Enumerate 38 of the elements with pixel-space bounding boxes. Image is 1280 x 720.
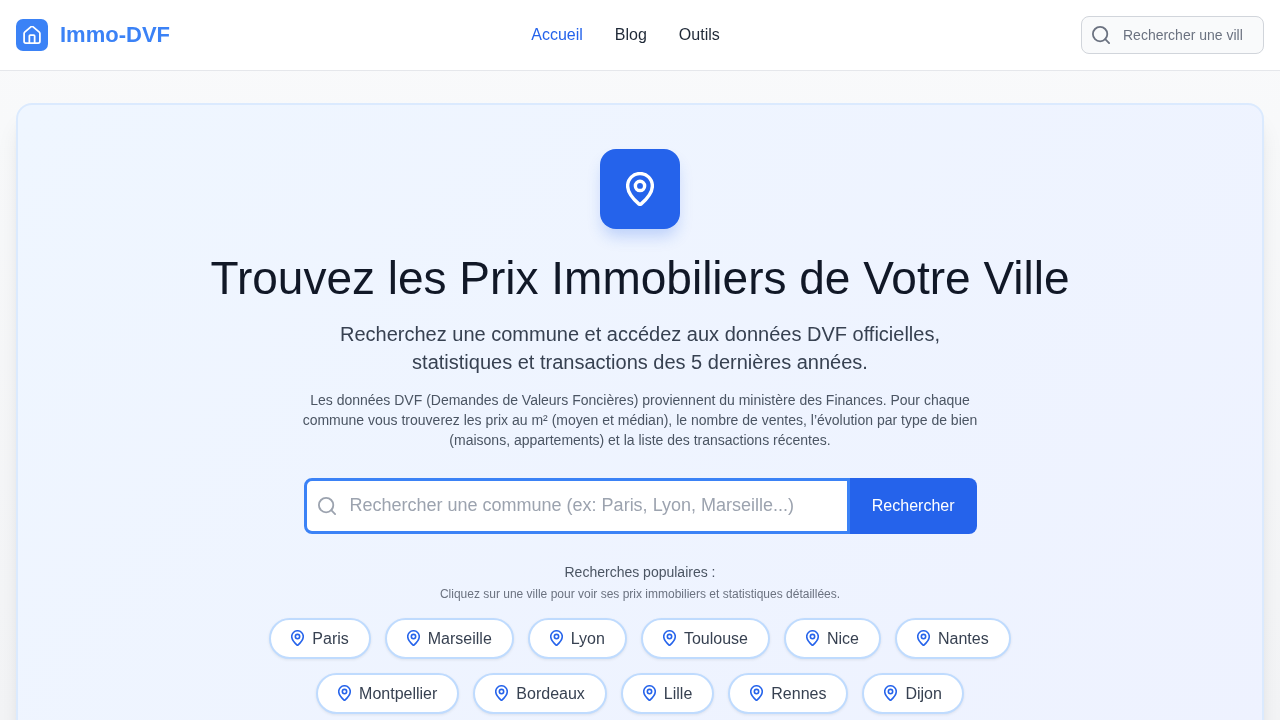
nav-link[interactable]: Accueil [531,26,583,44]
map-pin-icon [642,685,656,702]
map-pin-icon [338,685,352,702]
map-pin-icon [884,685,898,702]
city-chip[interactable]: Lyon [527,617,627,659]
city-chip[interactable]: Montpellier [316,672,460,714]
city-chip[interactable]: Paris [269,617,371,659]
city-chip[interactable]: Toulouse [640,617,770,659]
nav-link[interactable]: Outils [678,26,720,44]
city-chip[interactable]: Lille [620,672,715,714]
map-pin-icon [549,630,563,647]
map-pin-icon [291,630,305,647]
map-pin-icon [600,149,680,229]
house-icon[interactable] [16,19,48,51]
city-chip[interactable]: Nice [783,617,881,659]
hero-description: Les données DVF (Demandes de Valeurs Foncières) proviennent du ministère des Finances. Pour chaque commune vous trouverez les prix au m² (moyen et médian), le nombre de ventes, l’évolution par type de bien (maisons, appartements) et la liste des transactions récentes. [301,390,979,450]
popular-searches-heading: Recherches populaires : [564,562,716,582]
map-pin-icon [750,685,764,702]
page-title: Trouvez les Prix Immobiliers de Votre Ville [210,253,1070,304]
map-pin-icon [406,630,420,647]
map-pin-icon [662,630,676,647]
search-field[interactable]: Rechercher une vill [1081,16,1264,54]
search-button[interactable]: Rechercher [849,477,977,534]
popular-searches-hint: Cliquez sur une ville pour voir ses prix immobiliers et statistiques détaillées. [439,585,841,602]
search-icon [317,496,336,515]
city-chip[interactable]: Nantes [894,617,1011,659]
city-search-field[interactable]: Rechercher une commune (ex: Paris, Lyon, Marseille...) [303,477,850,534]
site-logo-text[interactable]: Immo-DVF [60,22,170,48]
city-chip[interactable]: Marseille [384,617,514,659]
map-pin-icon [805,630,819,647]
search-icon [1092,26,1110,44]
map-pin-icon [916,630,930,647]
nav-link[interactable]: Blog [614,26,647,44]
city-chip[interactable]: Rennes [728,672,849,714]
hero-subtitle: Recherchez une commune et accédez aux données DVF officielles, statistiques et transactions des 5 dernières années. [339,321,941,375]
city-chip[interactable]: Bordeaux [473,672,607,714]
map-pin-icon [495,685,509,702]
city-chip[interactable]: Dijon [862,672,964,714]
